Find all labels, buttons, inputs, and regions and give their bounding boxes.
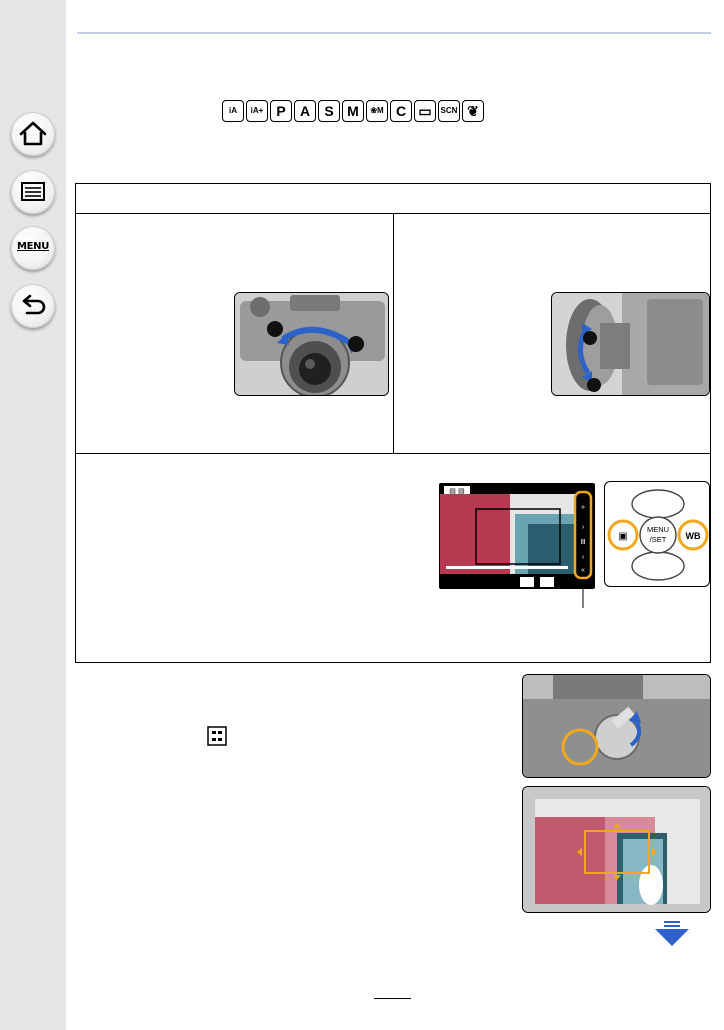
down-arrow-icon[interactable] <box>655 921 689 947</box>
svg-text:MENU: MENU <box>647 525 669 534</box>
mode-icon-c: C <box>390 100 412 122</box>
af-area-screen-photo <box>522 786 711 913</box>
mode-icon-ia: iA <box>222 100 244 122</box>
sidebar: MENU <box>0 0 66 1030</box>
operation-table <box>75 183 711 663</box>
mode-icon-a: A <box>294 100 316 122</box>
mode-icon-creative-control: ❦ <box>462 100 484 122</box>
table-row-divider <box>76 453 710 454</box>
back-arrow-icon <box>22 294 46 315</box>
svg-text:Ⅲ: Ⅲ <box>581 539 586 546</box>
dial-right-label: WB <box>686 531 701 541</box>
back-button[interactable] <box>11 284 55 328</box>
focus-lever-photo <box>522 674 711 778</box>
control-dial-figure: MENU /SET ▣ WB <box>604 481 710 587</box>
mode-icon-p: P <box>270 100 292 122</box>
lcd-top-label: ▤ ▤ <box>449 487 464 495</box>
table-column-divider <box>393 213 394 453</box>
list-icon <box>21 182 45 201</box>
mode-icon-s: S <box>318 100 340 122</box>
svg-text:/SET: /SET <box>650 535 667 544</box>
mode-icon-m: M <box>342 100 364 122</box>
mode-icon-panorama: ▭ <box>414 100 436 122</box>
af-area-icon <box>207 726 227 746</box>
svg-text:«: « <box>581 567 585 574</box>
menu-button[interactable]: MENU <box>11 226 55 270</box>
menu-icon: MENU <box>16 241 50 252</box>
callout-line <box>582 584 584 608</box>
lens-ring-photo <box>551 292 710 396</box>
control-ring-photo <box>234 292 389 396</box>
mode-icon-scn: SCN <box>438 100 460 122</box>
header-rule <box>77 32 711 34</box>
contents-button[interactable] <box>11 170 55 214</box>
mode-icon-ia-plus: iA+ <box>246 100 268 122</box>
page-number-underline <box>374 998 411 999</box>
dial-left-label: ▣ <box>618 531 627 542</box>
home-button[interactable] <box>11 112 55 156</box>
mode-icon-creative-video: ❀M <box>366 100 388 122</box>
home-icon <box>19 121 47 146</box>
lcd-screen-figure: ▤ ▤ » › Ⅲ ‹ « <box>439 483 595 589</box>
svg-text:»: » <box>581 504 585 511</box>
